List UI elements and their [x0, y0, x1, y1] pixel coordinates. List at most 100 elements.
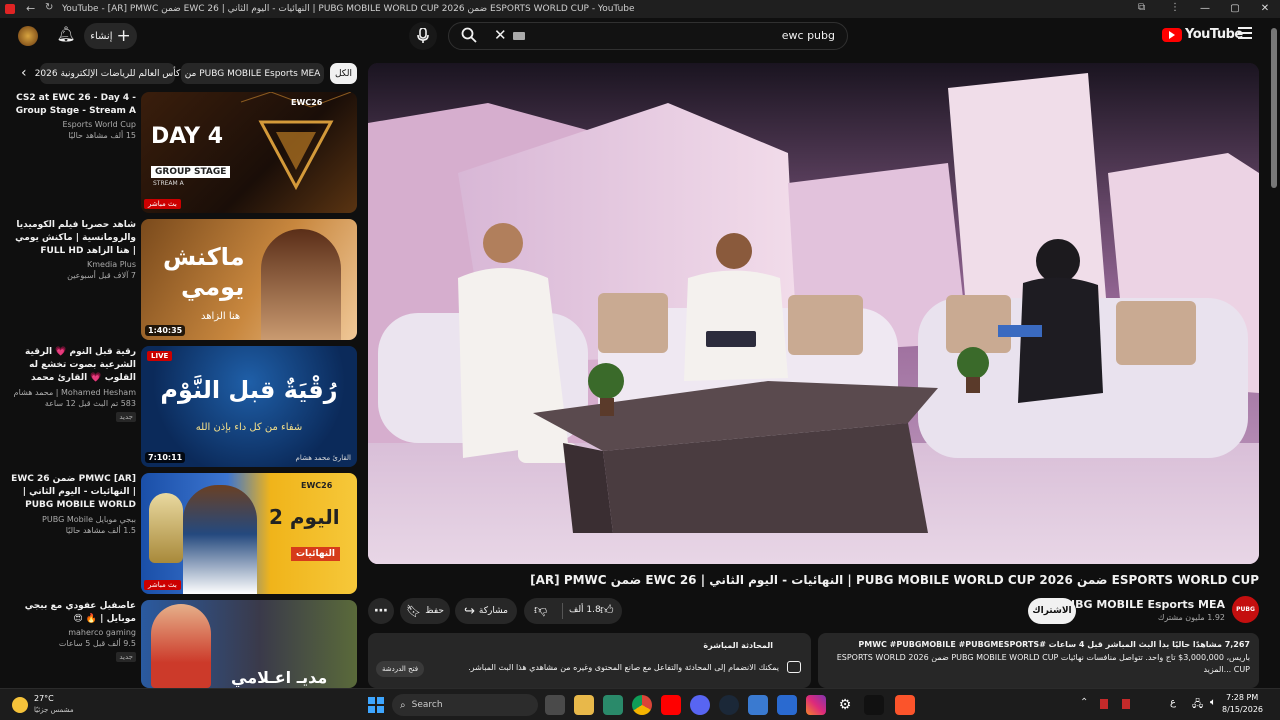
close-window-button[interactable]: ✕ [1250, 0, 1280, 18]
chevron-up-icon[interactable]: ⌃ [1080, 697, 1088, 708]
tray-app-icon[interactable] [1122, 699, 1130, 709]
thumbnail-headline: اليوم 2 [269, 505, 340, 529]
youtube-logo-text: YouTube [1185, 27, 1243, 42]
related-video-thumbnail[interactable]: EWC26 اليوم 2 النهائيات بث مباشر [141, 473, 357, 594]
channel-avatar[interactable]: PUBG [1232, 596, 1259, 623]
thumbnail-person [151, 604, 211, 688]
weather-icon[interactable] [12, 697, 28, 713]
subscriber-count: 1.92 مليون مشترك [1157, 613, 1225, 622]
related-video-channel[interactable]: maherco gaming [10, 628, 136, 637]
menu-dots-icon[interactable]: ⋮ [1170, 2, 1180, 13]
related-video-channel[interactable]: Mohamed Hesham | محمد هشام [10, 388, 136, 397]
reload-icon[interactable]: ↻ [45, 2, 53, 13]
notifications-bell-icon[interactable]: 🔔︎ [56, 25, 76, 45]
related-video-stats: 9.5 ألف قبل 5 ساعات [58, 639, 136, 648]
video-frame [368, 63, 1259, 564]
discord-icon[interactable] [690, 695, 710, 715]
search-input[interactable]: ewc pubg [782, 29, 835, 42]
instagram-icon[interactable] [806, 695, 826, 715]
voice-search-button[interactable] [409, 22, 437, 50]
search-icon[interactable] [461, 27, 477, 47]
video-player[interactable] [368, 63, 1259, 564]
live-chat-title: المحادثة المباشرة [703, 641, 773, 650]
related-video-title[interactable]: رقية قبل النوم 💗 الرقية الشرعية بصوت تخش… [10, 346, 136, 386]
thumbnail-headline: ماكنش [163, 243, 245, 271]
youtube-logo[interactable]: YouTube [1162, 27, 1243, 42]
related-video-channel[interactable]: Kmedia Plus [10, 260, 136, 269]
avatar[interactable] [18, 26, 38, 46]
weather-temp[interactable]: 27°C [34, 694, 54, 703]
network-icon[interactable]: 🖧︎ [1192, 697, 1203, 714]
related-video-title[interactable]: شاهد حصريا فيلم الكوميديا والرومانسية | … [10, 219, 136, 258]
like-icon[interactable]: 👍︎ [600, 603, 614, 618]
description-more[interactable]: CUP ...المزيد [827, 665, 1250, 674]
description-card[interactable]: 7,267 مشاهدًا حاليًا بدأ البث المباشر قب… [818, 633, 1259, 688]
related-video-title[interactable]: [AR] PMWC ضمن EWC 26 | النهائيات - اليوم… [10, 473, 136, 513]
tiktok-icon[interactable] [864, 695, 884, 715]
settings-gear-icon[interactable]: ⚙ [835, 695, 855, 715]
minimize-button[interactable]: — [1190, 0, 1220, 18]
related-video-thumbnail[interactable]: LIVE رُقْيَةٌ قبل النَّوْم شفاء من كل دا… [141, 346, 357, 467]
file-explorer-icon[interactable] [574, 695, 594, 715]
related-video-meta: شاهد حصريا فيلم الكوميديا والرومانسية | … [10, 219, 136, 280]
plus-icon: + [116, 26, 131, 46]
menu-hamburger-icon[interactable] [1238, 27, 1252, 39]
related-video-title[interactable]: عاصفيل عفودي مع ببجي موبايل | 🔥 😍 [10, 600, 136, 626]
related-video-title[interactable]: CS2 at EWC 26 - Day 4 - Group Stage - St… [10, 92, 136, 118]
terminal-icon[interactable] [603, 695, 623, 715]
related-video-item[interactable]: [AR] PMWC ضمن EWC 26 | النهائيات - اليوم… [0, 473, 362, 594]
dislike-icon[interactable]: 👎︎ [534, 603, 547, 618]
taskbar-search-label: Search [411, 700, 443, 710]
live-chat-card: المحادثة المباشرة يمكنك الانضمام إلى الم… [368, 633, 811, 688]
related-video-item[interactable]: شاهد حصريا فيلم الكوميديا والرومانسية | … [0, 219, 362, 340]
weather-desc[interactable]: مشمس جزئيًا [34, 706, 74, 714]
clear-search-icon[interactable]: ✕ [494, 26, 507, 44]
volume-icon[interactable]: 🔈︎ [1210, 697, 1216, 708]
related-video-thumbnail[interactable]: EWC26 DAY 4 GROUP STAGE STREAM A بث مباش… [141, 92, 357, 213]
live-badge: LIVE [147, 351, 173, 361]
taskbar-search[interactable]: ⌕ Search [392, 694, 538, 716]
save-button[interactable]: 🔖︎ حفظ [400, 598, 450, 624]
task-view-icon[interactable] [545, 695, 565, 715]
keyboard-icon[interactable] [513, 32, 525, 40]
chip-all[interactable]: الكل [330, 63, 357, 84]
more-actions-button[interactable]: ⋯ [368, 598, 394, 624]
related-video-channel[interactable]: Esports World Cup [10, 120, 136, 129]
brave-browser-icon[interactable] [895, 695, 915, 715]
related-video-item[interactable]: رقية قبل النوم 💗 الرقية الشرعية بصوت تخش… [0, 346, 362, 467]
channel-name[interactable]: PUBG MOBILE Esports MEA [1058, 598, 1225, 611]
related-video-thumbnail[interactable]: ماكنش يومي هنا الزاهد 1:40:35 [141, 219, 357, 340]
browser-icon [5, 4, 15, 14]
chevron-left-icon[interactable]: ‹ [21, 65, 27, 81]
related-video-channel[interactable]: ببجي موبايل PUBG Mobile [10, 515, 136, 524]
steam-icon[interactable] [719, 695, 739, 715]
microphone-icon [417, 28, 429, 43]
back-arrow-icon[interactable]: ← [26, 2, 35, 15]
language-indicator[interactable]: ع [1170, 697, 1176, 708]
thumbnail-caption: هنا الزاهد [201, 311, 241, 322]
clock-date[interactable]: 8/15/2026 [1222, 705, 1263, 714]
chip-ewc[interactable]: كأس العالم للرياضات الإلكترونية 2026 [35, 63, 180, 84]
app-icon[interactable] [777, 695, 797, 715]
search-box[interactable]: ✕ ewc pubg [448, 22, 848, 50]
youtube-app-icon[interactable] [661, 695, 681, 715]
chip-from-channel[interactable]: من PUBG MOBILE Esports MEA [181, 63, 324, 84]
maximize-button[interactable]: ▢ [1220, 0, 1250, 18]
thumbnail-person [261, 229, 341, 340]
tray-app-icon[interactable] [1100, 699, 1108, 709]
windows-start-icon[interactable] [366, 695, 386, 715]
chrome-icon[interactable] [632, 695, 652, 715]
more-dots-icon: ⋯ [374, 603, 388, 619]
related-video-thumbnail[interactable]: مديـ اعـلامي [141, 600, 357, 688]
extension-icon[interactable]: ⧉ [1138, 2, 1145, 13]
share-button[interactable]: ↪ مشاركة [455, 598, 517, 624]
store-icon[interactable] [748, 695, 768, 715]
like-count[interactable]: 1.8 ألف [569, 605, 601, 615]
subscribe-button[interactable]: الاشتراك [1028, 598, 1076, 624]
open-chat-button[interactable]: فتح الدردشة [376, 661, 425, 677]
page-scrollbar[interactable] [1271, 28, 1277, 188]
related-video-stats: 583 تم البث قبل 12 ساعة [44, 399, 136, 408]
clock-time[interactable]: 7:28 PM [1226, 693, 1258, 702]
related-video-item[interactable]: CS2 at EWC 26 - Day 4 - Group Stage - St… [0, 92, 362, 213]
create-button[interactable]: إنشاء + [84, 23, 137, 49]
